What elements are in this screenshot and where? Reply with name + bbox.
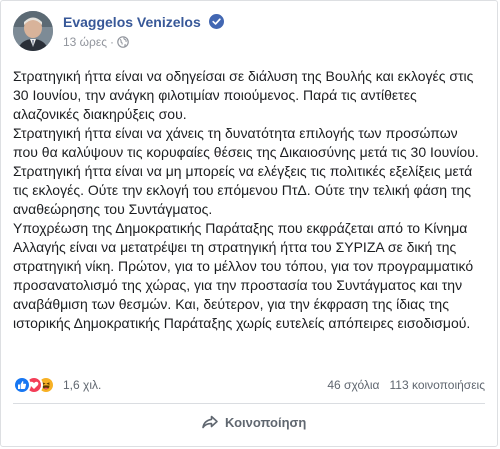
post-paragraph: Στρατηγική ήττα είναι να οδηγείσαι σε δι… bbox=[13, 68, 474, 122]
globe-icon[interactable] bbox=[117, 36, 129, 48]
share-arrow-icon bbox=[201, 413, 219, 431]
post-paragraph: Στρατηγική ήττα είναι να χάνεις τη δυνατ… bbox=[13, 125, 479, 160]
reaction-icons[interactable] bbox=[13, 376, 63, 394]
like-icon bbox=[13, 376, 31, 394]
author-name-text[interactable]: Evaggelos Venizelos bbox=[63, 14, 201, 30]
share-button-label[interactable]: Κοινοποίηση bbox=[225, 415, 306, 430]
post-paragraph: Υποχρέωση της Δημοκρατικής Παράταξης που… bbox=[13, 220, 474, 331]
comments-count[interactable]: 46 σχόλια bbox=[327, 378, 379, 392]
post-card: Evaggelos Venizelos 13 ώρες · Στρατηγική … bbox=[0, 0, 498, 447]
share-button[interactable]: Κοινοποίηση bbox=[201, 413, 306, 439]
action-divider bbox=[13, 403, 485, 404]
shares-count[interactable]: 113 κοινοποιήσεις bbox=[390, 378, 486, 392]
author-name[interactable]: Evaggelos Venizelos bbox=[63, 14, 224, 30]
post-body: Στρατηγική ήττα είναι να οδηγείσαι σε δι… bbox=[13, 67, 483, 333]
avatar[interactable] bbox=[13, 11, 53, 51]
reactions-bar: 1,6 χιλ. 46 σχόλια 113 κοινοποιήσεις bbox=[13, 374, 485, 396]
meta-separator: · bbox=[110, 35, 115, 49]
post-timestamp[interactable]: 13 ώρες bbox=[63, 35, 107, 49]
engagement-counts: 46 σχόλια 113 κοινοποιήσεις bbox=[327, 378, 485, 392]
verified-badge-icon bbox=[208, 14, 224, 29]
reaction-count[interactable]: 1,6 χιλ. bbox=[63, 378, 101, 392]
post-paragraph: Στρατηγική ήττα είναι να μη μπορείς να ε… bbox=[13, 163, 473, 217]
post-meta: 13 ώρες · bbox=[63, 35, 129, 49]
post-header: Evaggelos Venizelos 13 ώρες · bbox=[13, 11, 485, 57]
